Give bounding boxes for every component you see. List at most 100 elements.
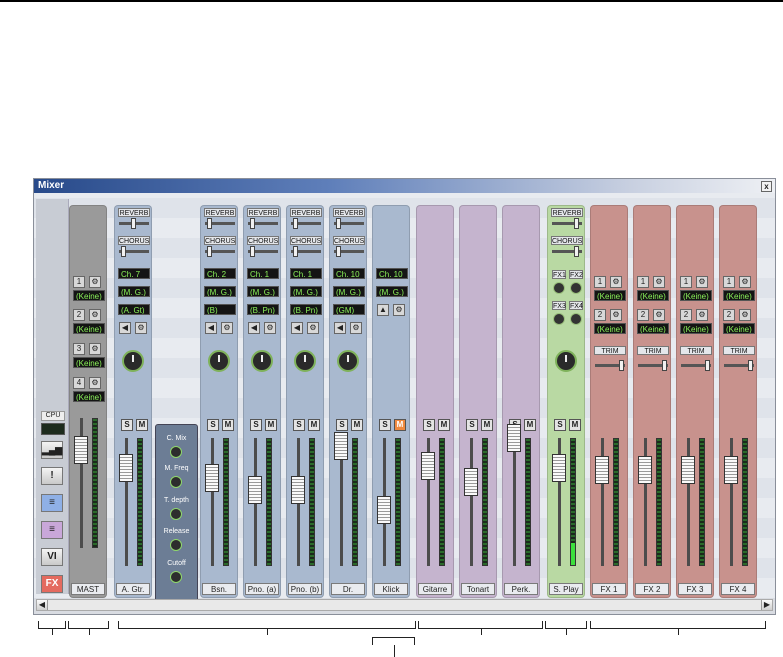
chorus-slider[interactable] xyxy=(205,246,235,257)
midi-channel-select[interactable]: Ch. 1 xyxy=(290,268,322,279)
chorus-slider[interactable] xyxy=(248,246,278,257)
reverb-slider[interactable] xyxy=(119,218,149,229)
gear-icon[interactable]: ⚙ xyxy=(653,309,665,321)
volume-fader[interactable] xyxy=(595,456,609,484)
gear-icon[interactable]: ⚙ xyxy=(89,343,101,355)
send-slot-1[interactable]: 1 xyxy=(594,276,606,288)
solo-button[interactable]: S xyxy=(554,419,566,431)
gear-icon[interactable]: ⚙ xyxy=(89,276,101,288)
volume-fader[interactable] xyxy=(421,452,435,480)
send-slot-3[interactable]: 3 xyxy=(73,343,85,355)
solo-button[interactable]: S xyxy=(293,419,305,431)
reverb-slider[interactable] xyxy=(205,218,235,229)
send-value-2[interactable]: (Keine) xyxy=(594,323,626,334)
window-titlebar[interactable]: Mixer x xyxy=(34,179,775,193)
fx4-knob[interactable] xyxy=(570,313,582,325)
knob-icon[interactable] xyxy=(170,508,182,520)
send-value-2[interactable]: (Keine) xyxy=(680,323,712,334)
pan-knob[interactable] xyxy=(208,350,230,372)
mute-button[interactable]: M xyxy=(438,419,450,431)
send-value-2[interactable]: (Keine) xyxy=(73,323,105,334)
bank-select[interactable]: (M. G.) xyxy=(118,286,150,297)
send-slot-2[interactable]: 2 xyxy=(73,309,85,321)
gear-icon[interactable]: ⚙ xyxy=(610,276,622,288)
speaker-icon[interactable]: ◀ xyxy=(334,322,346,334)
midi-channel-select[interactable]: Ch. 2 xyxy=(204,268,236,279)
send-value-4[interactable]: (Keine) xyxy=(73,391,105,402)
send-value-1[interactable]: (Keine) xyxy=(73,290,105,301)
gear-icon[interactable]: ⚙ xyxy=(264,322,276,334)
mute-button[interactable]: M xyxy=(136,419,148,431)
solo-button[interactable]: S xyxy=(336,419,348,431)
knob-icon[interactable] xyxy=(170,476,182,488)
midi-channel-select[interactable]: Ch. 10 xyxy=(376,268,408,279)
fx-button[interactable]: FX xyxy=(41,575,63,593)
volume-fader[interactable] xyxy=(724,456,738,484)
program-select[interactable]: (B. Pn) xyxy=(290,304,322,315)
mute-button[interactable]: M xyxy=(351,419,363,431)
alert-button[interactable]: ! xyxy=(41,467,63,485)
trim-slider[interactable] xyxy=(595,360,625,371)
scroll-left-arrow-icon[interactable]: ◀ xyxy=(37,600,48,610)
send-value-1[interactable]: (Keine) xyxy=(680,290,712,301)
chorus-slider[interactable] xyxy=(291,246,321,257)
gear-icon[interactable]: ⚙ xyxy=(653,276,665,288)
volume-fader[interactable] xyxy=(464,468,478,496)
gear-icon[interactable]: ⚙ xyxy=(696,276,708,288)
volume-fader[interactable] xyxy=(205,464,219,492)
send-value-1[interactable]: (Keine) xyxy=(723,290,755,301)
send-slot-1[interactable]: 1 xyxy=(637,276,649,288)
send-slot-1[interactable]: 1 xyxy=(723,276,735,288)
volume-fader[interactable] xyxy=(552,454,566,482)
trim-slider[interactable] xyxy=(638,360,668,371)
midi-channel-select[interactable]: Ch. 1 xyxy=(247,268,279,279)
fx3-knob[interactable] xyxy=(553,313,565,325)
chorus-slider[interactable] xyxy=(334,246,364,257)
pan-knob[interactable] xyxy=(337,350,359,372)
bank-select[interactable]: (M. G.) xyxy=(333,286,365,297)
program-select[interactable]: (B) xyxy=(204,304,236,315)
mute-button[interactable]: M xyxy=(569,419,581,431)
gear-icon[interactable]: ⚙ xyxy=(135,322,147,334)
audio-view-button[interactable]: ≡ xyxy=(41,521,63,539)
speaker-icon[interactable]: ◀ xyxy=(205,322,217,334)
knob-icon[interactable] xyxy=(170,446,182,458)
volume-fader[interactable] xyxy=(638,456,652,484)
solo-button[interactable]: S xyxy=(466,419,478,431)
gear-icon[interactable]: ⚙ xyxy=(739,276,751,288)
chorus-slider[interactable] xyxy=(552,246,582,257)
volume-fader[interactable] xyxy=(334,432,348,460)
gear-icon[interactable]: ⚙ xyxy=(89,377,101,389)
send-value-1[interactable]: (Keine) xyxy=(637,290,669,301)
instrument-view-button[interactable]: ≡ xyxy=(41,494,63,512)
send-slot-1[interactable]: 1 xyxy=(680,276,692,288)
midi-channel-select[interactable]: Ch. 7 xyxy=(118,268,150,279)
send-slot-2[interactable]: 2 xyxy=(723,309,735,321)
volume-fader[interactable] xyxy=(248,476,262,504)
knob-icon[interactable] xyxy=(170,539,182,551)
mute-button[interactable]: M xyxy=(394,419,406,431)
knob-icon[interactable] xyxy=(170,571,182,583)
gear-icon[interactable]: ⚙ xyxy=(350,322,362,334)
volume-fader[interactable] xyxy=(291,476,305,504)
vi-button[interactable]: VI xyxy=(41,548,63,566)
reverb-slider[interactable] xyxy=(291,218,321,229)
send-slot-1[interactable]: 1 xyxy=(73,276,85,288)
solo-button[interactable]: S xyxy=(121,419,133,431)
bank-select[interactable]: (M. G.) xyxy=(376,286,408,297)
send-value-1[interactable]: (Keine) xyxy=(594,290,626,301)
chorus-slider[interactable] xyxy=(119,246,149,257)
solo-button[interactable]: S xyxy=(379,419,391,431)
metronome-icon[interactable]: ▲ xyxy=(377,304,389,316)
mute-button[interactable]: M xyxy=(524,419,536,431)
volume-fader[interactable] xyxy=(681,456,695,484)
fx1-knob[interactable] xyxy=(553,282,565,294)
trim-slider[interactable] xyxy=(724,360,754,371)
send-value-2[interactable]: (Keine) xyxy=(637,323,669,334)
midi-channel-select[interactable]: Ch. 10 xyxy=(333,268,365,279)
reverb-slider[interactable] xyxy=(248,218,278,229)
scroll-right-arrow-icon[interactable]: ▶ xyxy=(761,600,772,610)
program-select[interactable]: (A. Gt) xyxy=(118,304,150,315)
speaker-icon[interactable]: ◀ xyxy=(291,322,303,334)
trim-slider[interactable] xyxy=(681,360,711,371)
